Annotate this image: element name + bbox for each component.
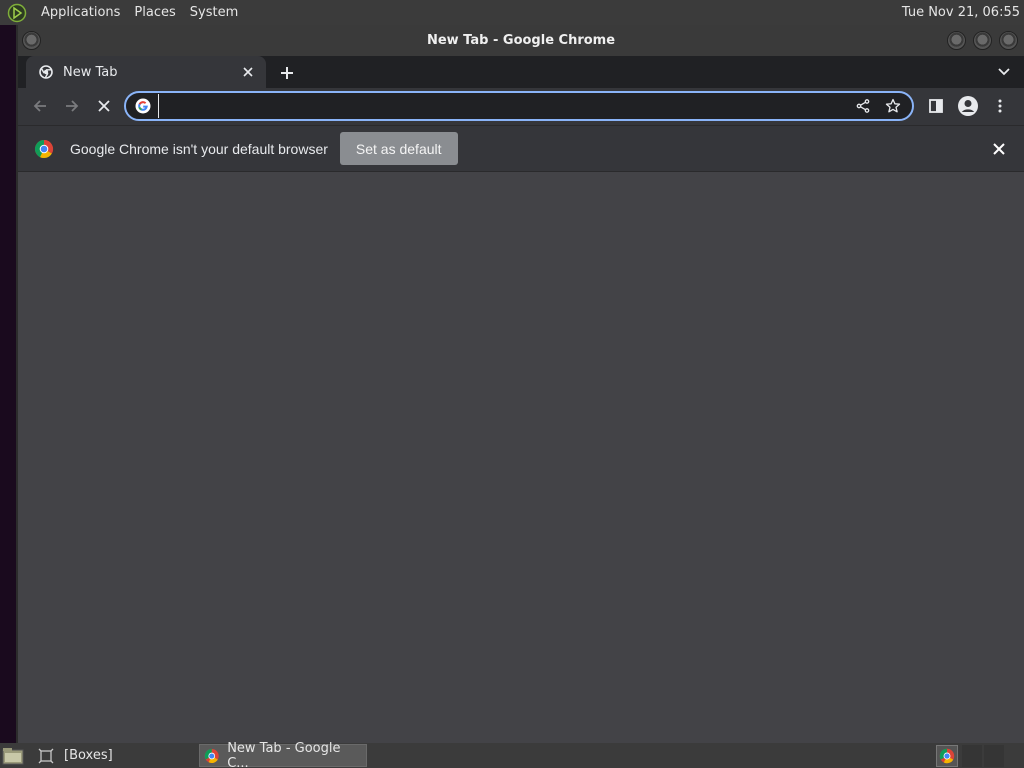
window-title: New Tab - Google Chrome xyxy=(426,33,616,48)
tab-strip: New Tab xyxy=(18,56,1024,88)
close-window-button[interactable] xyxy=(999,31,1018,50)
workspace-2[interactable] xyxy=(984,745,1004,767)
side-panel-icon[interactable] xyxy=(924,94,948,118)
chrome-favicon-icon xyxy=(38,64,54,80)
menu-places[interactable]: Places xyxy=(127,0,182,25)
minimize-button[interactable] xyxy=(947,31,966,50)
top-panel: Applications Places System Tue Nov 21, 0… xyxy=(0,0,1024,25)
address-bar[interactable] xyxy=(124,91,914,121)
chrome-logo-icon xyxy=(34,139,54,158)
share-icon[interactable] xyxy=(852,95,874,117)
new-tab-button[interactable] xyxy=(276,62,298,84)
taskbar-item-chrome[interactable]: New Tab - Google C... xyxy=(198,740,367,768)
workspace-1[interactable] xyxy=(962,745,982,767)
window-titlebar[interactable]: New Tab - Google Chrome xyxy=(18,25,1024,56)
set-as-default-button[interactable]: Set as default xyxy=(339,132,458,165)
taskbar-item-chrome-label: New Tab - Google C... xyxy=(227,740,341,768)
tab-title: New Tab xyxy=(63,64,118,80)
browser-window: New Tab - Google Chrome New Tab Google C… xyxy=(16,25,1024,743)
profile-avatar-icon[interactable] xyxy=(956,94,980,118)
show-desktop-icon[interactable] xyxy=(2,744,24,767)
page-content-area[interactable] xyxy=(18,172,1024,743)
default-browser-infobar: Google Chrome isn't your default browser… xyxy=(18,125,1024,172)
bottom-taskbar: [Boxes] New Tab - Google C... xyxy=(0,740,1024,768)
forward-arrow-icon[interactable] xyxy=(60,94,84,118)
boxes-window-icon[interactable] xyxy=(38,744,54,767)
bookmark-star-icon[interactable] xyxy=(882,95,904,117)
close-infobar-icon[interactable] xyxy=(990,140,1008,158)
maximize-button[interactable] xyxy=(973,31,992,50)
address-input[interactable] xyxy=(158,94,852,118)
clock[interactable]: Tue Nov 21, 06:55 xyxy=(902,5,1020,20)
tab-new-tab[interactable]: New Tab xyxy=(26,56,266,88)
close-tab-icon[interactable] xyxy=(240,64,256,80)
menu-system[interactable]: System xyxy=(183,0,245,25)
google-g-icon xyxy=(134,97,152,115)
distro-logo-icon[interactable] xyxy=(6,2,28,24)
browser-toolbar xyxy=(18,88,1024,125)
back-arrow-icon[interactable] xyxy=(28,94,52,118)
tab-search-chevron-icon[interactable] xyxy=(994,62,1014,82)
window-menu-button[interactable] xyxy=(22,31,41,50)
tray-chrome-icon[interactable] xyxy=(936,745,958,767)
stop-loading-icon[interactable] xyxy=(92,94,116,118)
chrome-taskbar-icon xyxy=(204,748,219,763)
desktop-background xyxy=(0,25,16,743)
menu-applications[interactable]: Applications xyxy=(34,0,127,25)
infobar-message: Google Chrome isn't your default browser xyxy=(70,140,328,157)
taskbar-item-boxes[interactable]: [Boxes] xyxy=(60,744,117,767)
chrome-menu-kebab-icon[interactable] xyxy=(988,94,1012,118)
